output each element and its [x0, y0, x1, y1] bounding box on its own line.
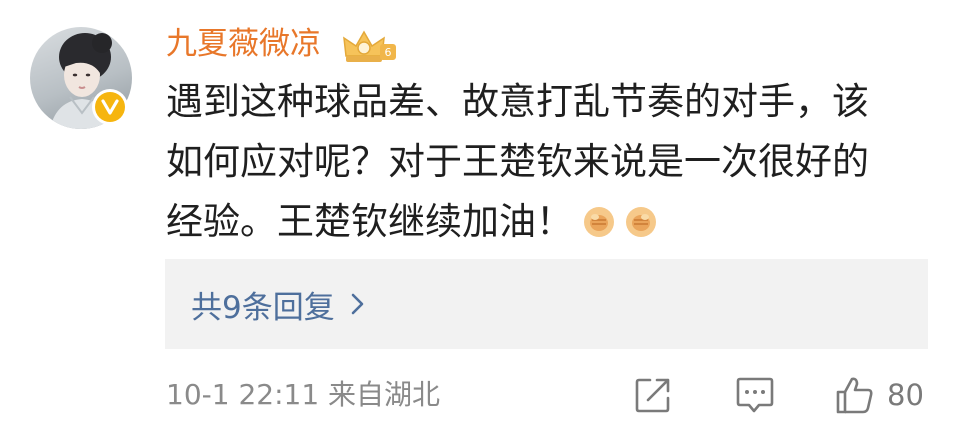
comment-button[interactable] — [735, 374, 775, 416]
verified-v-icon — [101, 99, 119, 115]
comment-line-2: 如何应对呢？对于王楚钦来说是一次很好的 — [166, 140, 869, 183]
chevron-right-icon — [351, 293, 364, 315]
fist-emoji-icon — [584, 207, 614, 237]
like-count: 80 — [887, 378, 924, 412]
svg-text:6: 6 — [385, 46, 392, 59]
comment-icon — [736, 377, 774, 413]
comment-line-1: 遇到这种球品差、故意打乱节奏的对手，该 — [166, 80, 869, 123]
like-button[interactable]: 80 — [835, 374, 924, 416]
fist-emoji-icon — [626, 207, 656, 237]
like-icon — [836, 377, 873, 414]
replies-box[interactable]: 共9条回复 — [165, 259, 928, 349]
share-icon — [635, 378, 670, 413]
comment-text: 遇到这种球品差、故意打乱节奏的对手，该 如何应对呢？对于王楚钦来说是一次很好的 … — [166, 72, 936, 252]
verified-badge — [92, 89, 128, 125]
view-replies-link[interactable]: 共9条回复 — [191, 282, 365, 327]
username[interactable]: 九夏薇微凉 — [166, 22, 321, 66]
vip-crown-icon[interactable]: 6 — [340, 26, 400, 66]
share-button[interactable] — [634, 374, 672, 416]
replies-label: 共9条回复 — [191, 289, 335, 326]
comment-line-3: 经验。王楚钦继续加油！ — [166, 200, 573, 243]
timestamp-location: 10-1 22:11 来自湖北 — [166, 378, 441, 411]
